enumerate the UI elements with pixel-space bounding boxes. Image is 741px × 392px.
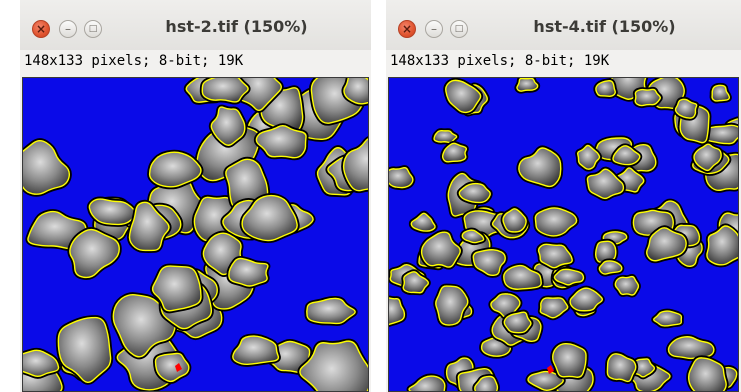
- close-icon: ×: [401, 22, 413, 36]
- minimize-icon: –: [431, 22, 437, 36]
- cell-outline: [598, 260, 623, 275]
- minimize-icon: –: [65, 22, 71, 36]
- image-info: 148x133 pixels; 8-bit; 19K: [390, 53, 610, 69]
- image-window-hst-2[interactable]: × – □ hst-2.tif (150%) 148x133 pixels; 8…: [20, 0, 371, 392]
- title-bar[interactable]: × – □ hst-4.tif (150%): [386, 0, 741, 50]
- cell-outline: [23, 349, 60, 377]
- image-info: 148x133 pixels; 8-bit; 19K: [24, 53, 244, 69]
- window-title: hst-2.tif (150%): [165, 17, 308, 36]
- segmented-image: [389, 78, 738, 391]
- cell-outline: [516, 78, 539, 92]
- maximize-button[interactable]: □: [84, 20, 102, 38]
- close-icon: ×: [35, 22, 47, 36]
- cell-outline: [552, 342, 587, 378]
- maximize-icon: □: [454, 24, 464, 34]
- minimize-button[interactable]: –: [425, 20, 443, 38]
- close-button[interactable]: ×: [32, 20, 50, 38]
- cell-outline: [634, 88, 661, 107]
- maximize-button[interactable]: □: [450, 20, 468, 38]
- title-bar[interactable]: × – □ hst-2.tif (150%): [20, 0, 371, 50]
- cell-outline: [23, 139, 71, 195]
- image-window-hst-4[interactable]: × – □ hst-4.tif (150%) 148x133 pixels; 8…: [386, 0, 741, 392]
- cell-outline: [705, 124, 738, 145]
- cell-outline: [539, 297, 569, 319]
- minimize-button[interactable]: –: [59, 20, 77, 38]
- image-canvas[interactable]: [22, 77, 369, 392]
- segmented-image: [23, 78, 368, 391]
- cell-outline: [410, 212, 436, 232]
- close-button[interactable]: ×: [398, 20, 416, 38]
- window-title: hst-4.tif (150%): [533, 17, 676, 36]
- maximize-icon: □: [88, 24, 98, 34]
- image-canvas[interactable]: [388, 77, 739, 392]
- cell-outline: [706, 225, 738, 266]
